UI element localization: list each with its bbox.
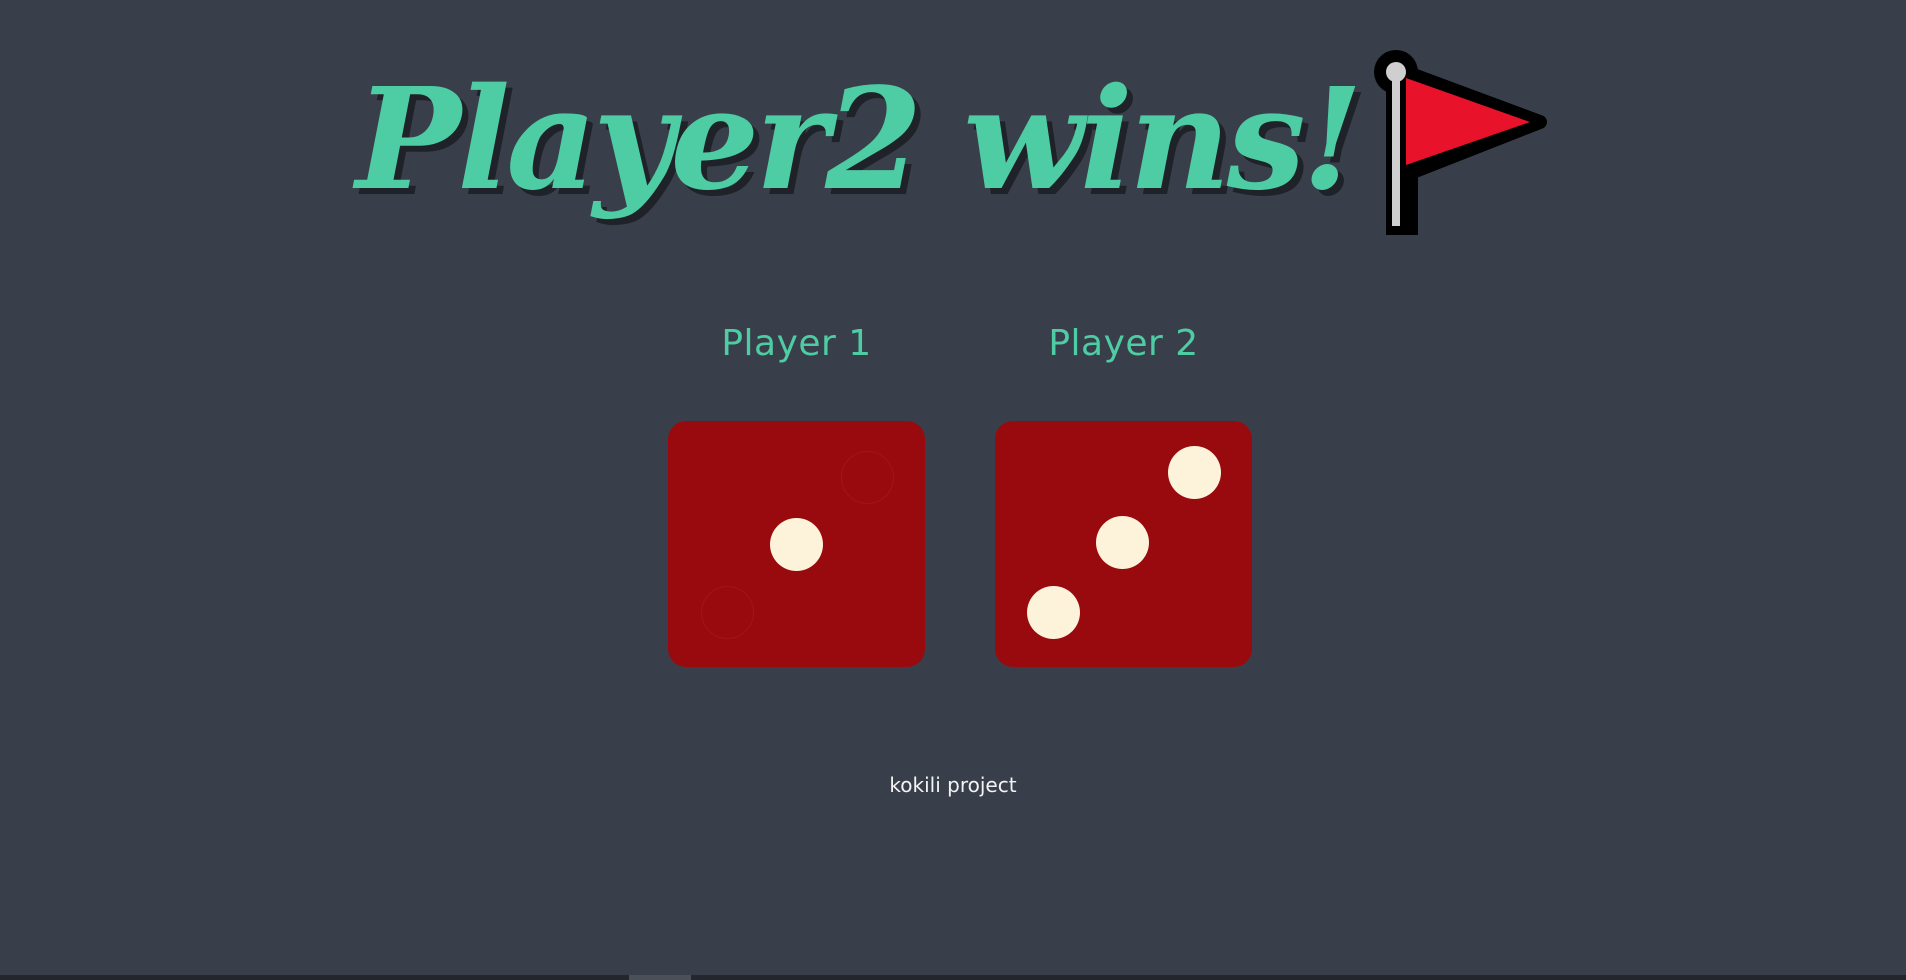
scrollbar-thumb[interactable]	[629, 975, 691, 980]
horizontal-scrollbar[interactable]	[0, 975, 1906, 980]
page-title: Player2 wins!	[355, 58, 1363, 222]
player-1-panel: Player 1	[668, 318, 925, 667]
players-board: Player 1 Player 2	[668, 318, 1252, 668]
die-pip-faint	[841, 451, 894, 504]
die-pip	[1096, 516, 1149, 569]
die-pip-faint	[701, 586, 754, 639]
footer-credit: kokili project	[889, 773, 1017, 797]
player-2-label: Player 2	[1048, 323, 1199, 364]
red-flag-icon	[1370, 50, 1550, 240]
game-page: Player2 wins! Player 1 Player 2 kokili p…	[0, 0, 1906, 980]
player-2-panel: Player 2	[995, 318, 1252, 667]
die-pip	[1027, 586, 1080, 639]
player-1-die	[668, 421, 925, 667]
player-2-die	[995, 421, 1252, 667]
player-1-label: Player 1	[721, 323, 872, 364]
header: Player2 wins!	[0, 50, 1906, 240]
die-pip	[1168, 446, 1221, 499]
die-pip	[770, 518, 823, 571]
